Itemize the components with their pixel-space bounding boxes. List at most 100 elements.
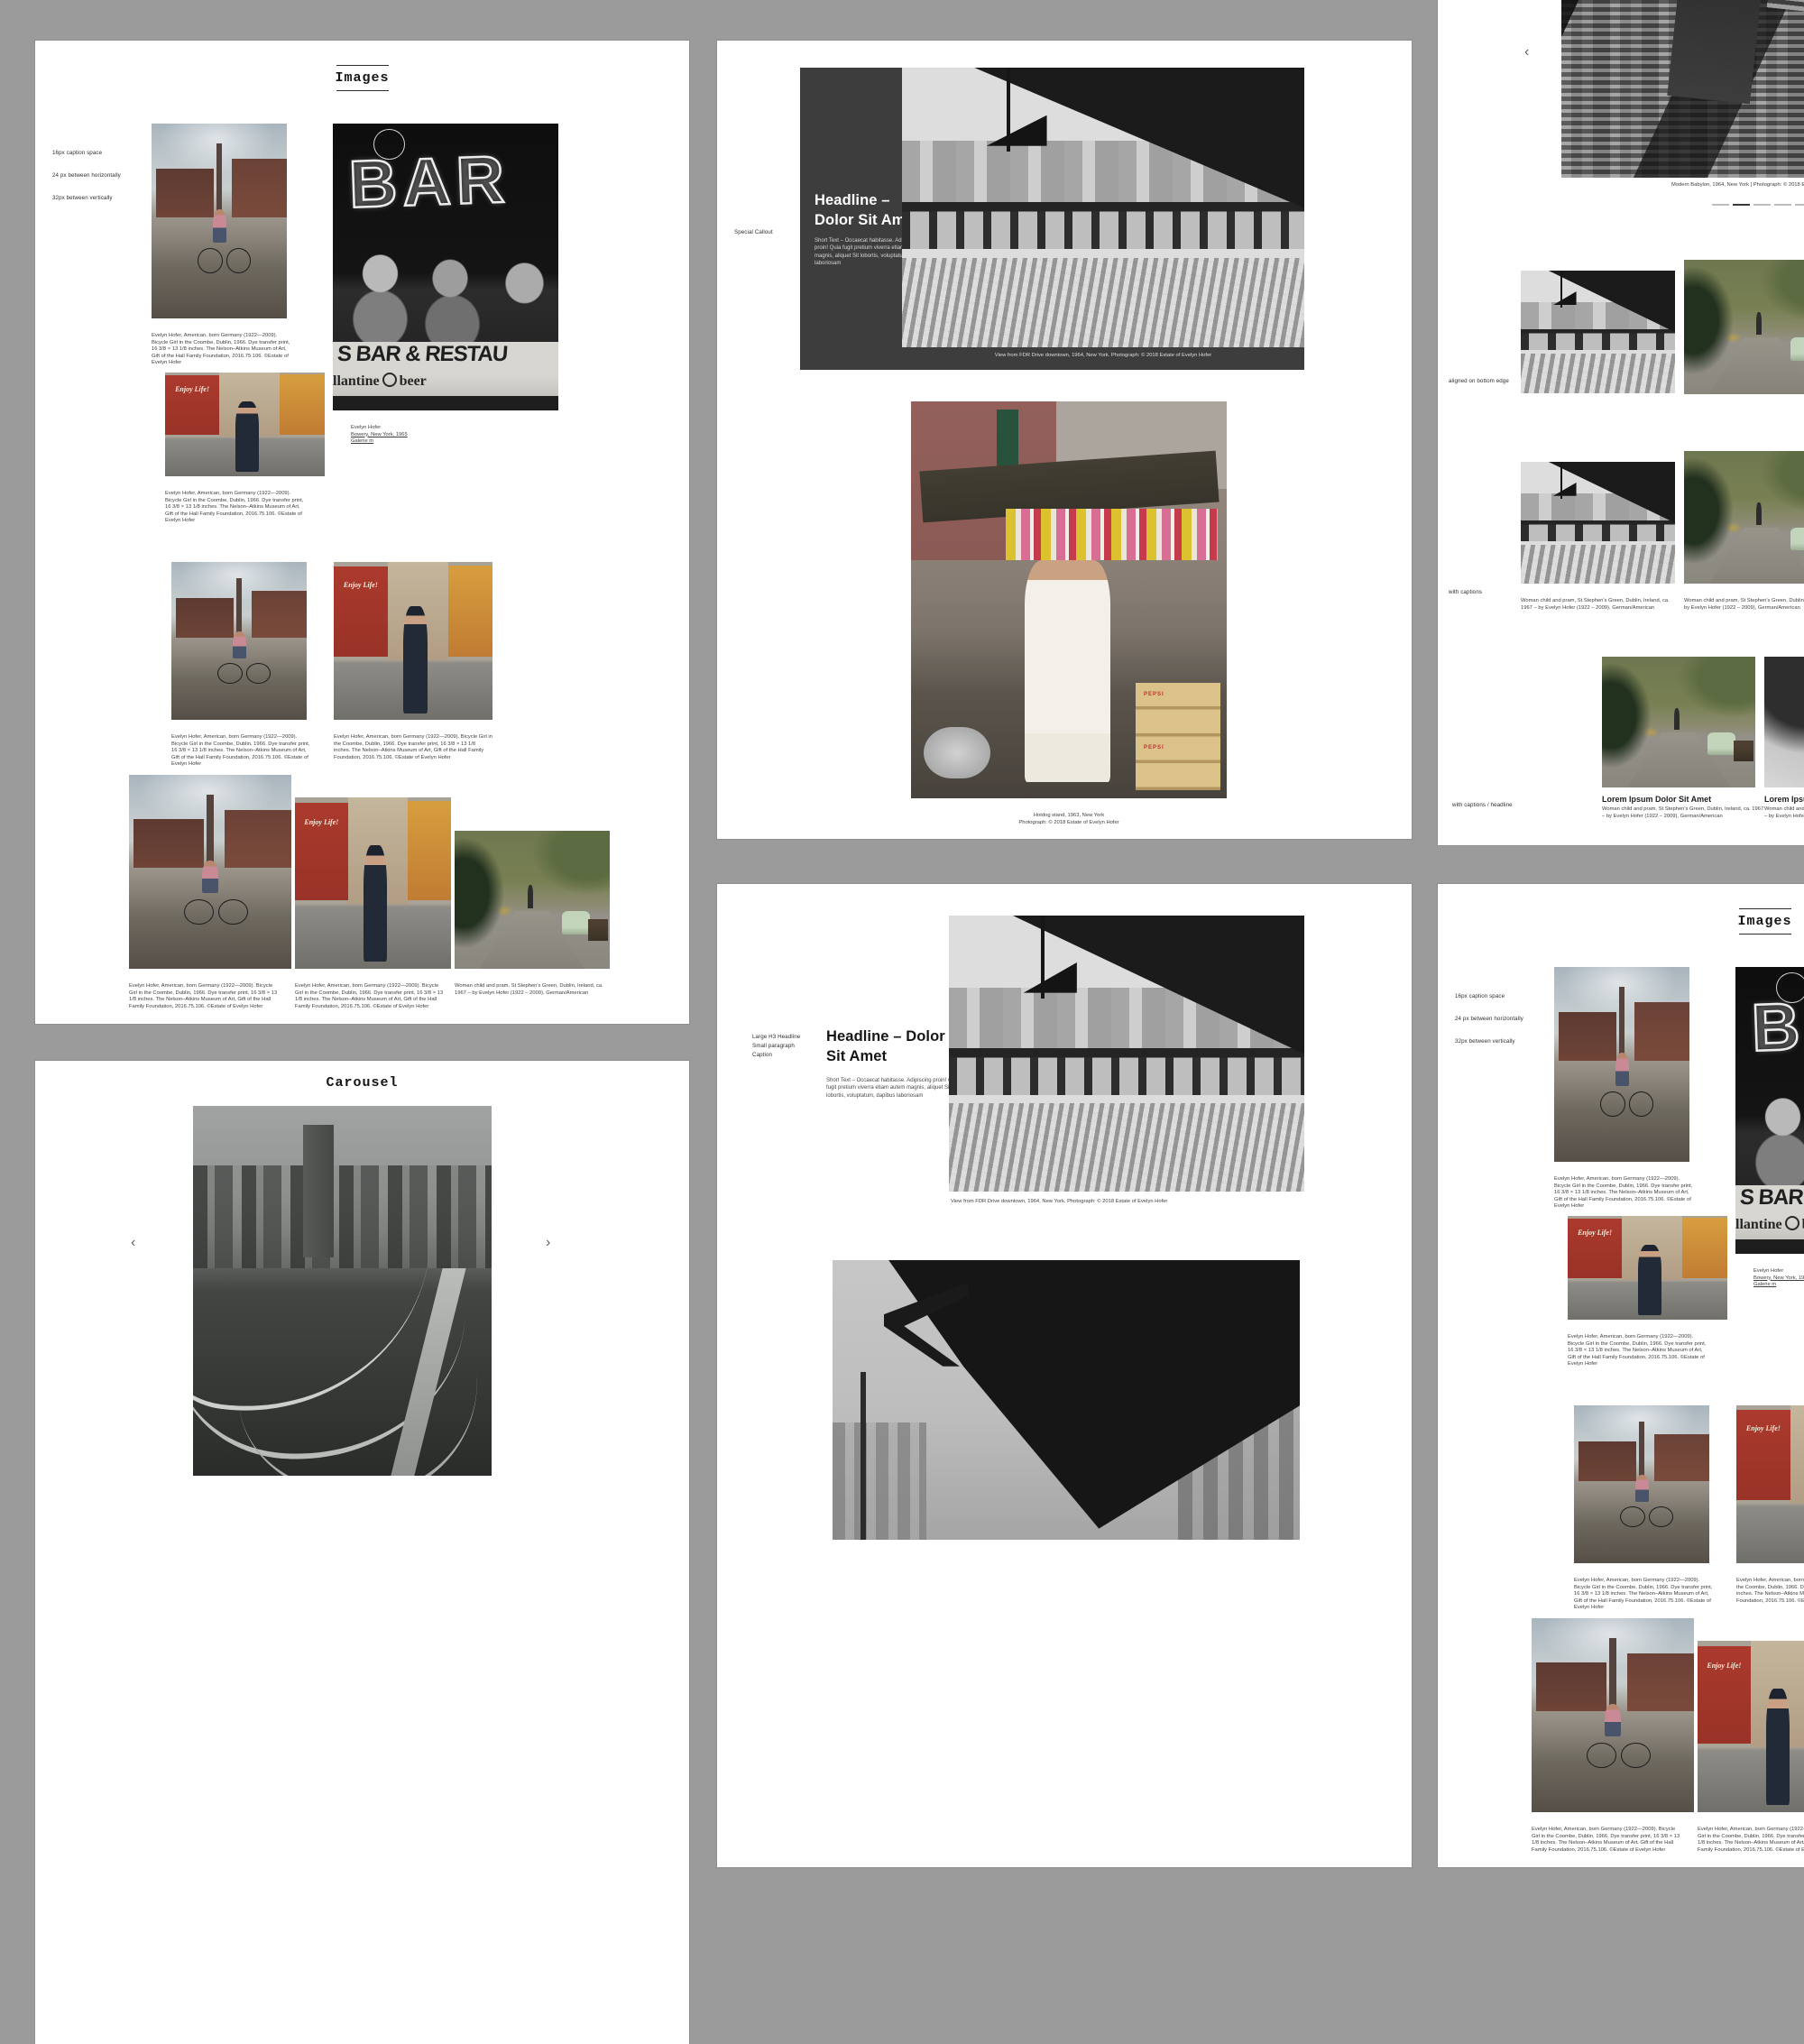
caption-police: Evelyn Hofer, American, born Germany (19… [334,734,492,761]
title-rule-top [336,65,389,66]
images-title-block: Images [1438,904,1804,939]
photo-park-pram [1602,657,1755,787]
photo-police-billboards: Enjoy Life! [1736,1405,1804,1563]
caption-bar-credit: Evelyn Hofer Bowery, New York, 1965 Gale… [351,425,486,446]
label-large-headline: Large H3 Headline Small paragraph Captio… [752,1033,824,1060]
note-vertical-gap: 32px between vertically [1455,1037,1515,1046]
photo-hotdog-stand: PEPSIPEPSI [911,401,1227,798]
photo-fdr-bridge [1521,462,1675,584]
photo-bicycle-girl [1554,967,1689,1162]
caption-police: Evelyn Hofer, American, born Germany (19… [165,491,305,525]
caption-fdr-bridge: View from FDR Drive downtown, 1964, New … [902,353,1304,358]
note-vertical-gap: 32px between vertically [52,194,113,203]
title-rule-bottom [336,90,389,91]
lorem-headline: Lorem Ipsum Dolor Sit Amet [1602,795,1711,804]
photo-park-pram [1684,451,1804,584]
photo-fdr-bridge [902,68,1304,347]
photo-bicycle-girl [171,562,307,720]
label-special-callout: Special Callout [734,228,773,237]
photo-fdr-bridge [1521,271,1675,393]
caption-police: Evelyn Hofer, American, born Germany (19… [1736,1578,1804,1605]
caption-bicycle-girl: Evelyn Hofer, American, born Germany (19… [1574,1578,1714,1612]
enjoy-life-billboard: Enjoy Life! [169,385,216,393]
enjoy-life-billboard: Enjoy Life! [1740,1424,1788,1432]
carousel-prev-button[interactable]: ‹ [131,1236,135,1250]
caption-bicycle-girl: Evelyn Hofer, American, born Germany (19… [129,983,278,1010]
link-galerie-m[interactable]: Galerie m [351,438,373,444]
photo-fdr-bridge [949,916,1304,1192]
page-headline: Headline – Dolor Sit Amet [826,1027,945,1066]
label-with-captions: with captions [1449,588,1482,597]
label-aligned-bottom-edge: aligned on bottom edge [1449,377,1509,386]
note-horizontal-gap: 24 px between horizontally [52,171,121,180]
photo-police-billboards: Enjoy Life! [1568,1216,1727,1320]
carousel-prev-button[interactable]: ‹ [1524,45,1529,60]
bar-neon-sign: BAR [1750,983,1804,1076]
title-rule-bottom [1739,934,1791,935]
photo-bar-window: BAR S BAR & RESTAU llantinebeer [333,124,558,410]
link-galerie-m[interactable]: Galerie m [1753,1282,1776,1287]
caption-bicycle-girl: Evelyn Hofer, American, born Germany (19… [152,333,291,367]
note-caption-space: 16px caption space [52,149,102,158]
caption-modern-babylon: Modern Babylon, 1964, New York | Photogr… [1671,182,1804,189]
caption-police: Evelyn Hofer, American, born Germany (19… [295,983,444,1010]
caption-bicycle-girl: Evelyn Hofer, American, born Germany (19… [1532,1827,1680,1854]
photo-police-billboards: Enjoy Life! [165,373,325,476]
caption-park-pram: Woman child and pram, St Stephen's Green… [455,983,610,997]
caption-park-pram: Woman child and pram, St Stephen's Green… [1764,806,1804,820]
artboard-headline-page: Large H3 Headline Small paragraph Captio… [717,884,1412,1867]
photo-bicycle-girl [129,775,291,969]
caption-police: Evelyn Hofer, American, born Germany (19… [1698,1827,1804,1854]
photo-police-billboards: Enjoy Life! [334,562,492,720]
enjoy-life-billboard: Enjoy Life! [337,581,385,589]
carousel-page-dash[interactable] [1712,204,1729,206]
artboard-carousel: Carousel ‹ › [35,1061,689,2044]
caption-park-pram: Woman child and pram, St Stephen's Green… [1521,598,1679,612]
artboard-images-top: Images 16px caption space 24 px between … [35,41,689,1024]
photo-bicycle-girl [1532,1618,1694,1812]
caption-bicycle-girl: Evelyn Hofer, American, born Germany (19… [1554,1176,1694,1211]
note-caption-space: 16px caption space [1455,992,1505,1001]
caption-fdr-bridge: View from FDR Drive downtown, 1964, New … [951,1199,1312,1206]
page-short-text: Short Text – Occaecat habitasse. Adipisc… [826,1077,962,1100]
link-bowery[interactable]: Bowery, New York, 1965 [351,432,408,437]
bar-restaurant-sign: S BAR & RESTAU llantinebeer [333,342,558,396]
photo-bar-window: BAR S BAR & RESTAU llantinebeer [1735,967,1804,1254]
lorem-headline: Lorem Ipsum Dolor Sit Amet [1764,795,1804,804]
caption-police: Evelyn Hofer, American, born Germany (19… [1568,1334,1707,1368]
carousel-panel-title: Carousel [35,1075,689,1091]
photo-bicycle-girl [1574,1405,1709,1563]
caption-park-pram: Woman child and pram, St Stephen's Green… [1602,806,1764,820]
enjoy-life-billboard: Enjoy Life! [1571,1229,1619,1237]
images-panel-title: Images [35,70,689,86]
enjoy-life-billboard: Enjoy Life! [298,818,345,826]
photo-highway-interchange [193,1106,492,1476]
carousel-page-dash[interactable] [1795,204,1804,206]
carousel-page-dash-active[interactable] [1733,204,1750,206]
photo-park-path [1764,657,1804,787]
caption-bar-credit: Evelyn Hofer Bowery, New York, 1965 Gale… [1753,1268,1804,1289]
link-bowery[interactable]: Bowery, New York, 1965 [1753,1275,1804,1281]
caption-park-pram: Woman child and pram, St Stephen's Green… [1684,598,1804,612]
caption-bicycle-girl: Evelyn Hofer, American, born Germany (19… [171,734,311,769]
carousel-title-block: Carousel [35,1075,689,1091]
pepsi-crates: PEPSIPEPSI [1136,683,1221,790]
enjoy-life-billboard: Enjoy Life! [1700,1662,1747,1670]
label-with-captions-headline: with captions / headline [1452,801,1513,810]
title-rule-top [1739,908,1791,909]
artboard-images-bottom: Images 16px caption space 24 px between … [1438,884,1804,1867]
caption-hotdog: Hotdog stand, 1963, New York Photograph:… [911,813,1227,826]
artboard-image-pairs: ‹ Modern Babylon, 1964, New York | Photo… [1438,0,1804,845]
artboard-special-callout: Special Callout Headline – Dolor Sit Ame… [717,41,1412,839]
carousel-page-dash[interactable] [1753,204,1771,206]
photo-modern-babylon [1561,0,1804,178]
photo-police-billboards: Enjoy Life! [1698,1641,1804,1812]
bar-neon-sign: BAR [347,140,553,233]
photo-bicycle-girl [152,124,287,318]
photo-park-pram [455,831,610,969]
carousel-page-dash[interactable] [1774,204,1791,206]
design-canvas: { "canvas": {"bg": "#9b9b9b", "panel_bg"… [0,0,1804,1353]
carousel-next-button[interactable]: › [546,1236,550,1250]
photo-police-billboards: Enjoy Life! [295,797,451,969]
note-horizontal-gap: 24 px between horizontally [1455,1015,1523,1024]
